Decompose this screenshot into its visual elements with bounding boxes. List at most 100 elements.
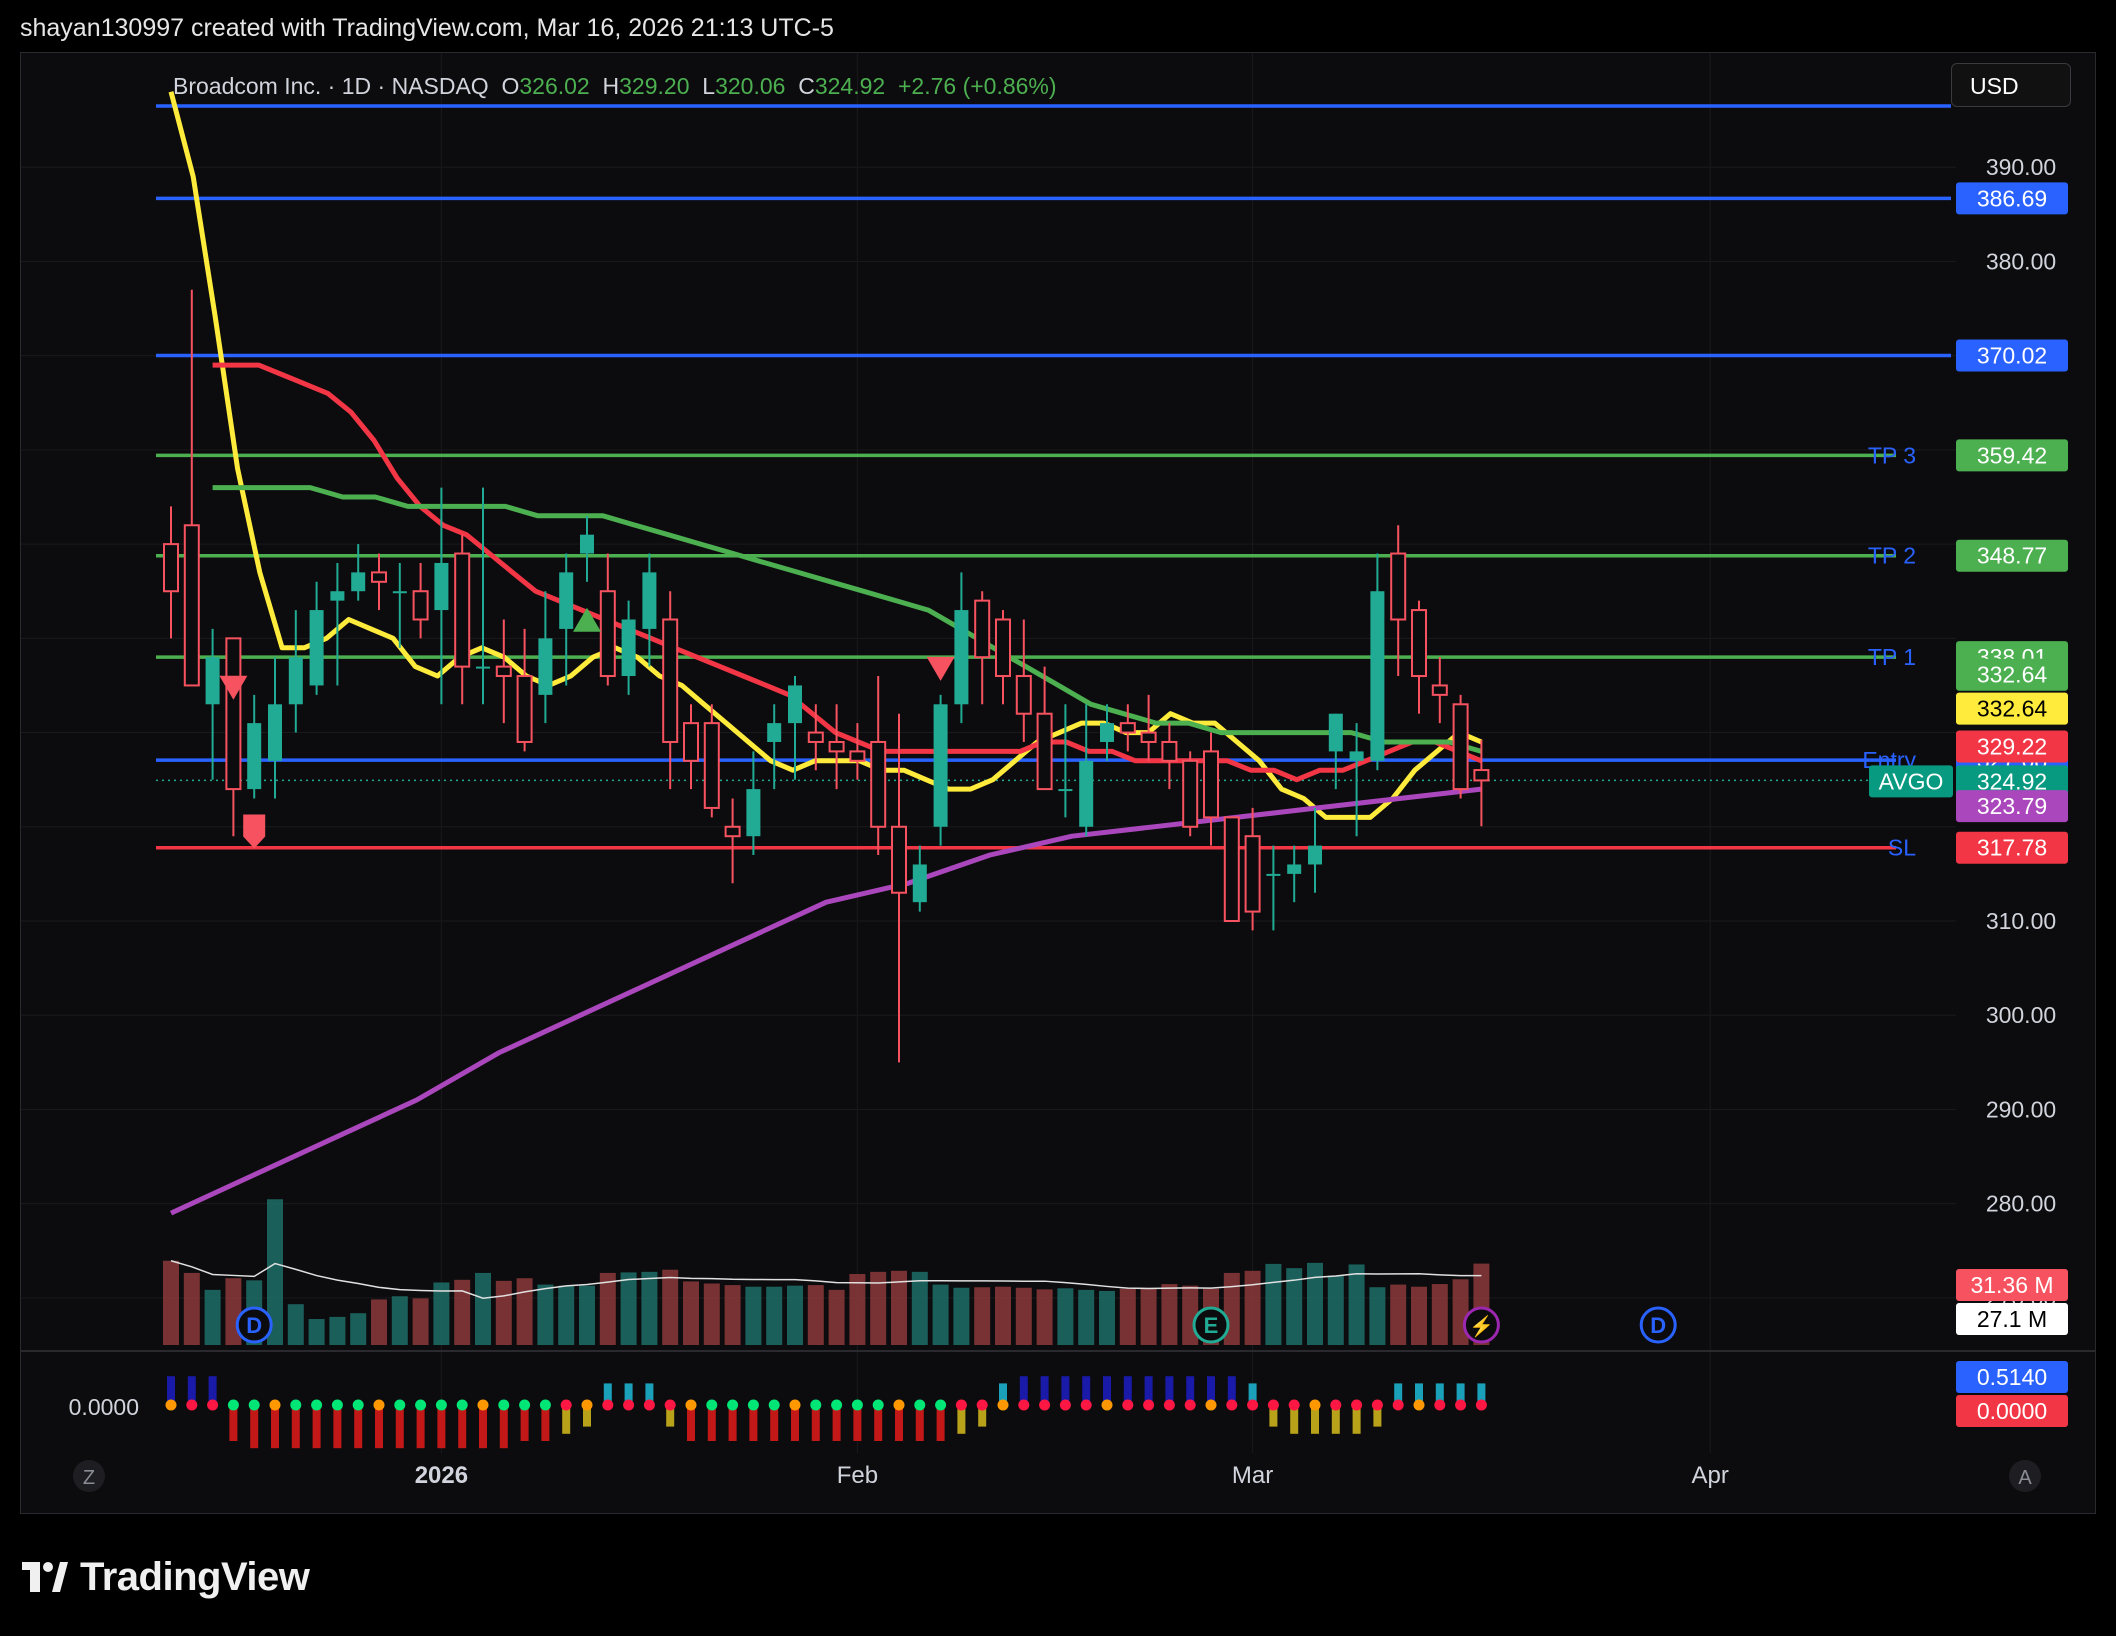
sma200-line <box>169 786 1482 1216</box>
volume-bar <box>537 1284 554 1345</box>
split-event-glyph: ⚡ <box>1469 1314 1494 1338</box>
candle-body <box>807 731 824 743</box>
oscillator-dot <box>560 1399 572 1411</box>
candle-body <box>309 610 324 686</box>
currency-button[interactable]: USD <box>1951 63 2071 107</box>
tradingview-logo[interactable]: TradingView <box>22 1552 310 1602</box>
oscillator-dot <box>1205 1399 1217 1411</box>
candle-body <box>891 825 907 894</box>
oscillator-bar <box>271 1405 279 1449</box>
oscillator-bar <box>250 1405 259 1449</box>
candle-body <box>1328 713 1343 752</box>
candle-body <box>912 864 927 903</box>
candle-body <box>392 591 407 594</box>
price-chart[interactable]: TP 3TP 2TP 1EntrySLD E D⚡0.0000390.00380.0… <box>21 53 2096 1514</box>
oscillator-dot <box>1039 1399 1051 1411</box>
volume-bar <box>1265 1263 1282 1345</box>
oscillator-dot <box>477 1399 489 1411</box>
dividend-upcoming-label: D <box>1650 1313 1666 1338</box>
x-tick-label: Mar <box>1232 1462 1273 1489</box>
volume-bar <box>1036 1289 1053 1345</box>
volume-bar <box>287 1304 304 1345</box>
oscillator-dot <box>1371 1399 1383 1411</box>
oscillator-bar <box>499 1405 508 1449</box>
volume-bar <box>807 1285 824 1345</box>
volume-bar <box>1327 1275 1344 1345</box>
symbol-tag: AVGO <box>1879 768 1944 794</box>
candle-body <box>454 552 471 668</box>
candle-body <box>662 618 679 743</box>
flag-signal-icon <box>243 814 266 849</box>
oscillator-bar <box>291 1405 300 1449</box>
volume-bar <box>849 1273 866 1345</box>
oscillator-dot <box>1288 1399 1300 1411</box>
volume-bar <box>1057 1288 1074 1345</box>
oscillator-bar <box>416 1405 425 1449</box>
volume-bar <box>995 1286 1011 1345</box>
high-value: 329.20 <box>619 73 690 99</box>
open-value: 326.02 <box>519 73 590 99</box>
oscillator-dot <box>1434 1399 1446 1411</box>
candle-body <box>849 750 866 762</box>
oscillator-dot <box>706 1399 718 1411</box>
candle-body <box>1390 552 1407 621</box>
volume-bar <box>371 1299 387 1345</box>
volume-bar <box>308 1319 325 1345</box>
oscillator-bar <box>312 1405 321 1449</box>
oscillator-dot <box>602 1399 614 1411</box>
level-price-tag: 359.42 <box>1977 442 2047 468</box>
candle-body <box>434 562 449 611</box>
volume-bar <box>932 1284 949 1345</box>
indicator-price-tag: 323.79 <box>1977 793 2047 819</box>
oscillator-dot <box>664 1399 676 1411</box>
candle-body <box>1079 760 1094 827</box>
oscillator-dot <box>1059 1399 1071 1411</box>
level-label: TP 2 <box>1868 543 1916 569</box>
candle-body <box>1161 740 1178 762</box>
change-value: +2.76 (+0.86%) <box>897 73 1057 99</box>
volume-bar <box>1431 1284 1448 1345</box>
candle-body <box>1223 816 1240 922</box>
oscillator-dot <box>519 1399 531 1411</box>
oscillator-bar <box>354 1405 363 1449</box>
candle-body <box>870 740 887 828</box>
oscillator-dot <box>207 1399 219 1411</box>
high-label: H <box>602 73 620 99</box>
candle-body <box>746 789 761 837</box>
axis-corner-label: A <box>2018 1467 2032 1489</box>
volume-bar <box>766 1286 783 1345</box>
volume-bar <box>1015 1287 1032 1345</box>
candle-body <box>995 618 1011 678</box>
level-price-tag: 370.02 <box>1977 342 2047 368</box>
oscillator-dot <box>914 1399 926 1411</box>
sell-signal-icon <box>219 675 248 700</box>
candle-body <box>351 572 366 592</box>
candle-body <box>599 590 616 678</box>
volume-bar <box>1140 1287 1157 1345</box>
oscillator-dot <box>872 1399 884 1411</box>
oscillator-dot <box>851 1399 863 1411</box>
oscillator-dot <box>269 1399 281 1411</box>
buy-signal-icon <box>573 607 601 632</box>
oscillator-dot <box>1226 1399 1238 1411</box>
volume-bar <box>558 1285 575 1345</box>
candle-body <box>205 657 220 705</box>
close-value: 324.92 <box>814 73 886 99</box>
volume-bar <box>599 1272 616 1345</box>
oscillator-dot <box>789 1399 801 1411</box>
candle-body <box>1370 591 1385 761</box>
candle-body <box>412 590 429 621</box>
volume-bar <box>787 1285 803 1345</box>
x-tick-label: 2026 <box>415 1462 468 1489</box>
low-value: 320.06 <box>715 73 786 99</box>
volume-bar <box>953 1287 970 1345</box>
oscillator-tag: 0.0000 <box>1977 1398 2047 1424</box>
volume-bar <box>1244 1270 1261 1345</box>
oscillator-dot <box>352 1399 364 1411</box>
oscillator-dot <box>727 1399 739 1411</box>
candle-body <box>1266 873 1281 876</box>
volume-bar <box>183 1272 200 1345</box>
oscillator-dot <box>248 1399 260 1411</box>
oscillator-dot <box>1184 1399 1196 1411</box>
volume-bar <box>350 1313 367 1345</box>
